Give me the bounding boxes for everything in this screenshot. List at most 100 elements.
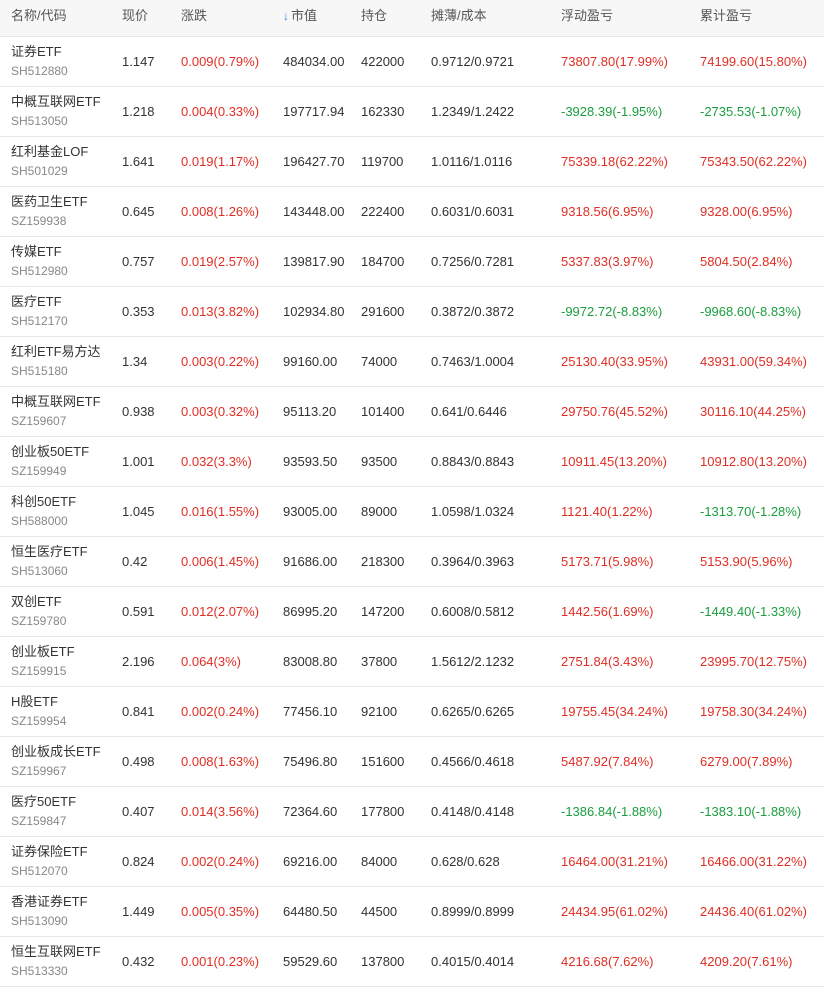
name-code-cell: 中概互联网ETF SH513050 (11, 93, 101, 130)
table-row[interactable]: 医药卫生ETF SZ159938 0.645 0.008(1.26%) 143448.0… (0, 187, 824, 237)
market-value-cell: 93593.50 (283, 454, 338, 469)
fund-name[interactable]: 恒生医疗ETF (11, 543, 88, 560)
table-row[interactable]: 医疗ETF SH512170 0.353 0.013(3.82%) 102934.80 2… (0, 287, 824, 337)
total-pl-cell: 5804.50(2.84%) (700, 254, 793, 269)
table-row[interactable]: H股ETF SZ159954 0.841 0.002(0.24%) 77456.10 92… (0, 687, 824, 737)
float-pl-cell: 2751.84(3.43%) (561, 654, 654, 669)
column-header-market-value[interactable]: ↓ 市值 (283, 0, 317, 32)
fund-name[interactable]: 传媒ETF (11, 243, 68, 260)
table-row[interactable]: 科创50ETF SH588000 1.045 0.016(1.55%) 93005.00… (0, 487, 824, 537)
cost-cell: 0.3872/0.3872 (431, 304, 515, 319)
column-header-cost[interactable]: 摊薄/成本 (431, 0, 487, 32)
table-row[interactable]: 中概互联网ETF SZ159607 0.938 0.003(0.32%) 95113.2… (0, 387, 824, 437)
change-cell: 0.064(3%) (181, 654, 241, 669)
table-row[interactable]: 传媒ETF SH512980 0.757 0.019(2.57%) 139817.90 1… (0, 237, 824, 287)
cost-cell: 0.8999/0.8999 (431, 904, 515, 919)
table-row[interactable]: 证券ETF SH512880 1.147 0.009(0.79%) 484034.00 4… (0, 37, 824, 87)
change-cell: 0.014(3.56%) (181, 804, 260, 819)
table-row[interactable]: 香港证券ETF SH513090 1.449 0.005(0.35%) 64480.50… (0, 887, 824, 937)
column-header-holding[interactable]: 持仓 (361, 0, 387, 32)
fund-name[interactable]: 双创ETF (11, 593, 66, 610)
name-code-cell: 创业板50ETF SZ159949 (11, 443, 89, 480)
fund-name[interactable]: 证券ETF (11, 43, 68, 60)
fund-code: SH513330 (11, 964, 68, 978)
change-cell: 0.003(0.22%) (181, 354, 260, 369)
fund-name[interactable]: 医药卫生ETF (11, 193, 88, 210)
fund-name[interactable]: 创业板50ETF (11, 443, 89, 460)
name-code-cell: 创业板成长ETF SZ159967 (11, 743, 101, 780)
column-header-total-pl[interactable]: 累计盈亏 (700, 0, 752, 32)
column-header-price[interactable]: 现价 (122, 0, 148, 32)
float-pl-cell: 5173.71(5.98%) (561, 554, 654, 569)
fund-name[interactable]: 科创50ETF (11, 493, 76, 510)
market-value-cell: 102934.80 (283, 304, 345, 319)
fund-name[interactable]: 创业板成长ETF (11, 743, 101, 760)
table-row[interactable]: 创业板50ETF SZ159949 1.001 0.032(3.3%) 93593.50… (0, 437, 824, 487)
fund-code: SH513060 (11, 564, 68, 578)
fund-code: SH512980 (11, 264, 68, 278)
table-row[interactable]: 红利基金LOF SH501029 1.641 0.019(1.17%) 196427.7… (0, 137, 824, 187)
change-cell: 0.002(0.24%) (181, 854, 260, 869)
column-header-change[interactable]: 涨跌 (181, 0, 207, 32)
table-row[interactable]: 恒生互联网ETF SH513330 0.432 0.001(0.23%) 59529.6… (0, 937, 824, 987)
fund-code: SH512070 (11, 864, 68, 878)
name-code-cell: 双创ETF SZ159780 (11, 593, 66, 630)
cost-cell: 0.8843/0.8843 (431, 454, 515, 469)
market-value-cell: 59529.60 (283, 954, 338, 969)
table-row[interactable]: 医疗50ETF SZ159847 0.407 0.014(3.56%) 72364.60… (0, 787, 824, 837)
holding-cell: 101400 (361, 404, 405, 419)
market-value-cell: 95113.20 (283, 404, 337, 419)
change-cell: 0.006(1.45%) (181, 554, 260, 569)
float-pl-cell: 19755.45(34.24%) (561, 704, 668, 719)
table-row[interactable]: 恒生医疗ETF SH513060 0.42 0.006(1.45%) 91686.00 2… (0, 537, 824, 587)
cost-cell: 0.3964/0.3963 (431, 554, 515, 569)
market-value-cell: 196427.70 (283, 154, 345, 169)
total-pl-cell: 6279.00(7.89%) (700, 754, 793, 769)
change-cell: 0.003(0.32%) (181, 404, 260, 419)
total-pl-cell: 10912.80(13.20%) (700, 454, 807, 469)
fund-name[interactable]: 中概互联网ETF (11, 93, 101, 110)
total-pl-cell: 5153.90(5.96%) (700, 554, 793, 569)
float-pl-cell: 10911.45(13.20%) (561, 454, 668, 469)
fund-name[interactable]: 创业板ETF (11, 643, 75, 660)
table-row[interactable]: 中概互联网ETF SH513050 1.218 0.004(0.33%) 197717.… (0, 87, 824, 137)
holding-cell: 218300 (361, 554, 405, 569)
fund-name[interactable]: 医疗50ETF (11, 793, 76, 810)
column-header-name-code[interactable]: 名称/代码 (11, 0, 67, 32)
fund-code: SZ159847 (11, 814, 67, 828)
change-cell: 0.004(0.33%) (181, 104, 260, 119)
market-value-cell: 197717.94 (283, 104, 345, 119)
price-cell: 1.34 (122, 354, 148, 369)
price-cell: 0.42 (122, 554, 148, 569)
fund-name[interactable]: H股ETF (11, 693, 66, 710)
fund-name[interactable]: 中概互联网ETF (11, 393, 101, 410)
fund-code: SZ159780 (11, 614, 67, 628)
fund-name[interactable]: 证券保险ETF (11, 843, 88, 860)
fund-name[interactable]: 香港证券ETF (11, 893, 88, 910)
total-pl-cell: 74199.60(15.80%) (700, 54, 807, 69)
table-row[interactable]: 红利ETF易方达 SH515180 1.34 0.003(0.22%) 99160.00… (0, 337, 824, 387)
table-row[interactable]: 证券保险ETF SH512070 0.824 0.002(0.24%) 69216.00… (0, 837, 824, 887)
table-row[interactable]: 双创ETF SZ159780 0.591 0.012(2.07%) 86995.20 14… (0, 587, 824, 637)
total-pl-cell: 23995.70(12.75%) (700, 654, 807, 669)
cost-cell: 0.6031/0.6031 (431, 204, 515, 219)
market-value-cell: 139817.90 (283, 254, 345, 269)
name-code-cell: 医药卫生ETF SZ159938 (11, 193, 88, 230)
name-code-cell: 医疗50ETF SZ159847 (11, 793, 76, 830)
cost-cell: 0.628/0.628 (431, 854, 500, 869)
holding-cell: 89000 (361, 504, 398, 519)
fund-name[interactable]: 红利ETF易方达 (11, 343, 101, 360)
name-code-cell: 证券保险ETF SH512070 (11, 843, 88, 880)
holding-cell: 422000 (361, 54, 405, 69)
fund-name[interactable]: 恒生互联网ETF (11, 943, 101, 960)
market-value-cell: 75496.80 (283, 754, 338, 769)
fund-name[interactable]: 红利基金LOF (11, 143, 88, 160)
table-row[interactable]: 创业板ETF SZ159915 2.196 0.064(3%) 83008.80 3780… (0, 637, 824, 687)
table-row[interactable]: 创业板成长ETF SZ159967 0.498 0.008(1.63%) 75496.8… (0, 737, 824, 787)
total-pl-cell: 30116.10(44.25%) (700, 404, 807, 419)
price-cell: 1.001 (122, 454, 155, 469)
fund-name[interactable]: 医疗ETF (11, 293, 68, 310)
float-pl-cell: 1121.40(1.22%) (561, 504, 653, 519)
price-cell: 1.641 (122, 154, 155, 169)
column-header-float-pl[interactable]: 浮动盈亏 (561, 0, 613, 32)
